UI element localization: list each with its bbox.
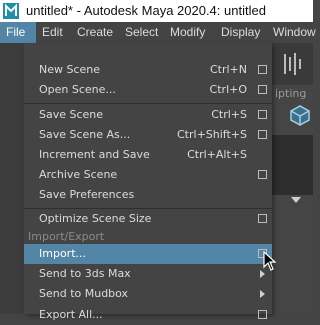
menu-modify[interactable]: Modify: [170, 22, 205, 43]
submenu-arrow-icon: [260, 270, 265, 278]
shelf-tab-label[interactable]: ipting: [275, 87, 306, 100]
option-box-icon[interactable]: [258, 85, 267, 94]
menu-item-archive-scene[interactable]: Archive Scene: [24, 165, 272, 185]
menu-select[interactable]: Select: [125, 22, 158, 43]
option-box-icon[interactable]: [258, 310, 267, 319]
menu-item-optimize-scene-size[interactable]: Optimize Scene Size: [24, 209, 272, 229]
menu-bar: File Edit Create Select Modify Display W…: [0, 22, 316, 43]
shelf-toolbar: [272, 43, 313, 85]
option-box-icon[interactable]: [258, 214, 267, 223]
option-box-icon[interactable]: [258, 110, 267, 119]
menu-window[interactable]: Window: [273, 22, 316, 43]
menu-item-export-all[interactable]: Export All...: [24, 305, 272, 325]
option-box-icon[interactable]: [258, 170, 267, 179]
menu-item-send-to-mudbox[interactable]: Send to Mudbox: [24, 284, 272, 304]
shelf-dark-panel: [272, 135, 313, 195]
menu-create[interactable]: Create: [77, 22, 113, 43]
option-box-icon[interactable]: [258, 65, 267, 74]
title-bar: untitled* - Autodesk Maya 2020.4: untitl…: [0, 0, 313, 22]
menu-item-increment-and-save[interactable]: Increment and Save Ctrl+Alt+S: [24, 145, 272, 165]
menu-file[interactable]: File: [0, 22, 36, 43]
menu-item-import[interactable]: Import...: [24, 244, 272, 264]
menu-item-save-scene-as[interactable]: Save Scene As... Ctrl+Shift+S: [24, 125, 272, 145]
menu-item-save-preferences[interactable]: Save Preferences: [24, 185, 272, 205]
menu-item-new-scene[interactable]: New Scene Ctrl+N: [24, 60, 272, 80]
submenu-arrow-icon: [260, 290, 265, 298]
menu-separator: [24, 103, 272, 104]
polygon-cube-icon[interactable]: [289, 104, 311, 126]
window-title: untitled* - Autodesk Maya 2020.4: untitl…: [26, 3, 266, 18]
file-menu-dropdown: New Scene Ctrl+N Open Scene... Ctrl+O Sa…: [24, 43, 272, 321]
menu-display[interactable]: Display: [221, 22, 260, 43]
option-box-icon[interactable]: [258, 130, 267, 139]
menu-item-send-to-3ds-max[interactable]: Send to 3ds Max: [24, 264, 272, 284]
chevron-down-icon[interactable]: [291, 197, 301, 203]
mouse-cursor-icon: [263, 251, 277, 271]
maya-logo-icon: [3, 3, 19, 19]
menu-item-save-scene[interactable]: Save Scene Ctrl+S: [24, 105, 272, 125]
shelf-tool-icon[interactable]: [282, 51, 306, 77]
menu-item-open-scene[interactable]: Open Scene... Ctrl+O: [24, 80, 272, 100]
status-line-strip: [0, 43, 24, 314]
menu-edit[interactable]: Edit: [42, 22, 63, 43]
section-label-import-export: Import/Export: [28, 230, 105, 243]
